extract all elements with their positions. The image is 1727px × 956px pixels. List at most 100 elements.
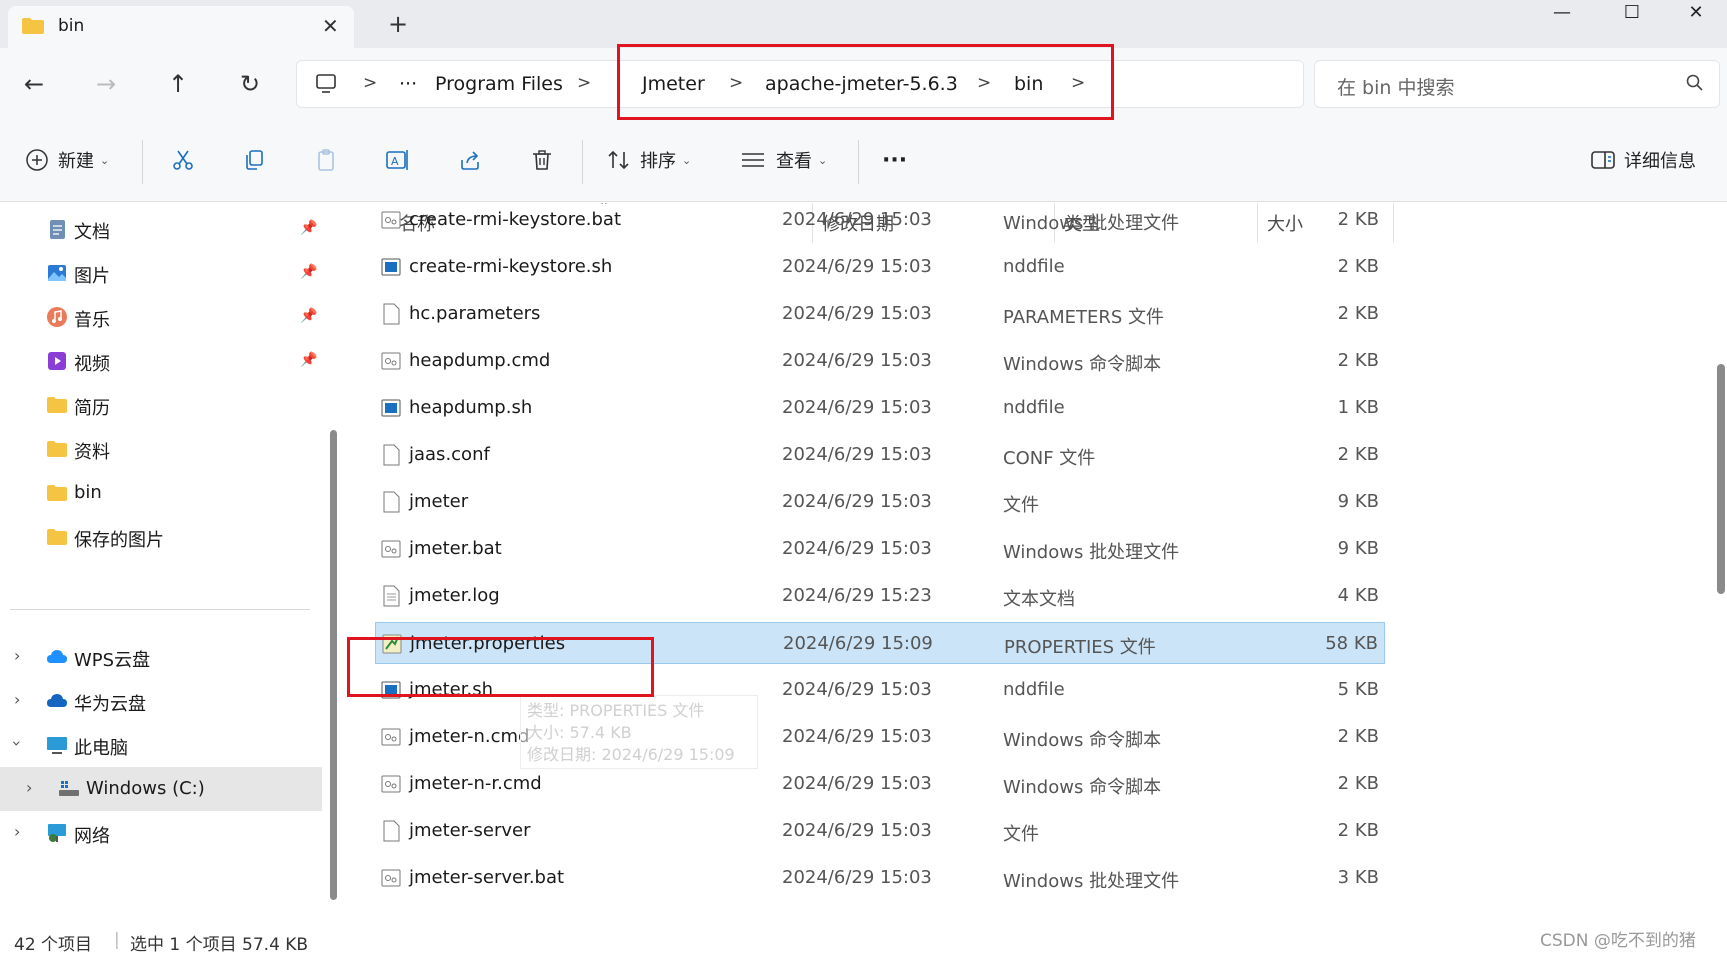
minimize-icon[interactable]: — (1528, 0, 1596, 24)
item-count: 42 个项目 (14, 935, 93, 955)
sidebar-item-saved-pictures[interactable]: 保存的图片 (0, 515, 322, 559)
sidebar-item-windows-c[interactable]: › Windows (C:) (0, 767, 322, 811)
breadcrumb-overflow[interactable]: ··· (399, 73, 417, 95)
batch-file-icon (381, 209, 401, 231)
details-pane-icon (1590, 147, 1616, 173)
pictures-icon (48, 265, 66, 281)
pin-icon[interactable]: 📌 (300, 220, 317, 236)
file-size: 2 KB (1337, 256, 1379, 277)
view-button[interactable]: 查看 ⌄ (740, 140, 827, 180)
new-button[interactable]: 新建 ⌄ (24, 140, 109, 180)
sidebar-item-label: 音乐 (74, 310, 110, 331)
sidebar-item-wps-cloud[interactable]: › WPS云盘 (0, 635, 322, 679)
sidebar-item-pictures[interactable]: 图片 📌 (0, 251, 322, 295)
sort-icon (606, 147, 632, 173)
sort-button[interactable]: 排序 ⌄ (606, 140, 691, 180)
sidebar-item-documents[interactable]: 文档 📌 (0, 207, 322, 251)
sidebar-item-huawei-cloud[interactable]: › 华为云盘 (0, 679, 322, 723)
folder-icon (47, 485, 67, 501)
chevron-right-icon[interactable]: › (14, 646, 20, 665)
plus-circle-icon (24, 147, 50, 173)
highlight-box-path (617, 44, 1114, 120)
folder-icon (47, 441, 67, 457)
breadcrumb-program-files[interactable]: Program Files (435, 73, 563, 95)
table-row[interactable]: jmeter 2024/6/29 15:03 文件 9 KB (375, 481, 1385, 523)
sidebar-item-label: 华为云盘 (74, 694, 146, 715)
close-window-icon[interactable]: ✕ (1666, 0, 1726, 24)
paste-button[interactable] (313, 140, 339, 180)
table-row[interactable]: jmeter-n-r.cmd 2024/6/29 15:03 Windows 命令脚… (375, 763, 1385, 805)
table-row[interactable]: jmeter.log 2024/6/29 15:23 文本文档 4 KB (375, 575, 1385, 617)
chevron-right-icon[interactable]: › (14, 822, 20, 841)
folder-icon (47, 529, 67, 545)
tab-bin[interactable]: bin ✕ (8, 6, 354, 48)
copy-button[interactable] (241, 140, 267, 180)
file-name: jmeter-server (409, 820, 531, 841)
forward-icon[interactable]: → (88, 66, 124, 102)
sidebar-item-this-pc[interactable]: › 此电脑 (0, 723, 322, 767)
delete-button[interactable] (529, 140, 555, 180)
sidebar-item-label: 简历 (74, 398, 110, 419)
table-row[interactable]: hc.parameters 2024/6/29 15:03 PARAMETERS 文… (375, 293, 1385, 335)
sidebar-item-resume[interactable]: 简历 (0, 383, 322, 427)
table-row[interactable]: heapdump.sh 2024/6/29 15:03 nddfile 1 KB (375, 387, 1385, 429)
new-tab-icon[interactable]: + (388, 10, 408, 38)
blank-file-icon (381, 820, 401, 842)
divider (858, 140, 859, 184)
table-row[interactable]: create-rmi-keystore.sh 2024/6/29 15:03 ndd… (375, 246, 1385, 288)
sidebar-scrollbar[interactable] (330, 430, 337, 900)
search-input[interactable]: 在 bin 中搜索 (1337, 73, 1454, 100)
sidebar-item-materials[interactable]: 资料 (0, 427, 322, 471)
file-size: 2 KB (1337, 350, 1379, 371)
table-row[interactable]: jmeter-server.bat 2024/6/29 15:03 Windows … (375, 857, 1385, 899)
table-row[interactable]: jmeter-server 2024/6/29 15:03 文件 2 KB (375, 810, 1385, 852)
tooltip-modified: 修改日期: 2024/6/29 15:09 (527, 745, 735, 764)
chevron-right-icon[interactable]: › (14, 690, 20, 709)
file-tooltip: 类型: PROPERTIES 文件 大小: 57.4 KB 修改日期: 2024… (520, 695, 758, 769)
shell-file-icon (381, 397, 401, 419)
file-name: jmeter-n.cmd (409, 726, 530, 747)
trash-icon (529, 147, 555, 173)
file-date: 2024/6/29 15:23 (782, 585, 932, 606)
cloud-icon (47, 694, 67, 707)
status-bar: 42 个项目 | 选中 1 个项目 57.4 KB (0, 924, 1727, 956)
file-type: Windows 命令脚本 (1003, 354, 1162, 375)
pin-icon[interactable]: 📌 (300, 352, 317, 368)
sidebar-item-bin[interactable]: bin (0, 471, 322, 515)
up-icon[interactable]: ↑ (160, 66, 196, 102)
svg-text:A: A (391, 155, 399, 168)
file-date: 2024/6/29 15:03 (782, 820, 932, 841)
search-box[interactable]: 在 bin 中搜索 (1314, 60, 1720, 108)
column-divider[interactable] (1393, 203, 1394, 243)
clipboard-icon (313, 147, 339, 173)
chevron-down-icon[interactable]: › (8, 740, 27, 746)
chevron-right-icon[interactable]: › (26, 778, 32, 797)
table-row[interactable]: jaas.conf 2024/6/29 15:03 CONF 文件 2 KB (375, 434, 1385, 476)
share-button[interactable] (457, 140, 483, 180)
file-size: 3 KB (1337, 867, 1379, 888)
title-bar: bin ✕ + — ☐ ✕ (0, 0, 1727, 48)
pin-icon[interactable]: 📌 (300, 308, 317, 324)
pin-icon[interactable]: 📌 (300, 264, 317, 280)
close-tab-icon[interactable]: ✕ (322, 14, 339, 38)
table-row[interactable]: create-rmi-keystore.bat 2024/6/29 15:03 Wi… (375, 203, 1385, 241)
sidebar-item-label: 文档 (74, 222, 110, 243)
search-icon[interactable] (1685, 73, 1705, 93)
file-list-scrollbar[interactable] (1717, 364, 1725, 594)
sidebar-item-network[interactable]: › 网络 (0, 811, 322, 855)
cut-button[interactable] (170, 140, 196, 180)
file-type: nddfile (1003, 256, 1065, 277)
sidebar-item-music[interactable]: 音乐 📌 (0, 295, 322, 339)
file-name: jmeter (409, 491, 469, 512)
details-pane-button[interactable]: 详细信息 (1590, 140, 1696, 180)
file-type: Windows 命令脚本 (1003, 730, 1162, 751)
sidebar-item-videos[interactable]: 视频 📌 (0, 339, 322, 383)
status-divider: | (114, 930, 120, 950)
rename-button[interactable]: A (385, 140, 411, 180)
maximize-icon[interactable]: ☐ (1598, 0, 1666, 24)
table-row[interactable]: heapdump.cmd 2024/6/29 15:03 Windows 命令脚本 2… (375, 340, 1385, 382)
back-icon[interactable]: ← (16, 66, 52, 102)
refresh-icon[interactable]: ↻ (232, 66, 268, 102)
table-row[interactable]: jmeter.bat 2024/6/29 15:03 Windows 批处理文件 9 … (375, 528, 1385, 570)
more-options-button[interactable]: ··· (882, 140, 907, 180)
